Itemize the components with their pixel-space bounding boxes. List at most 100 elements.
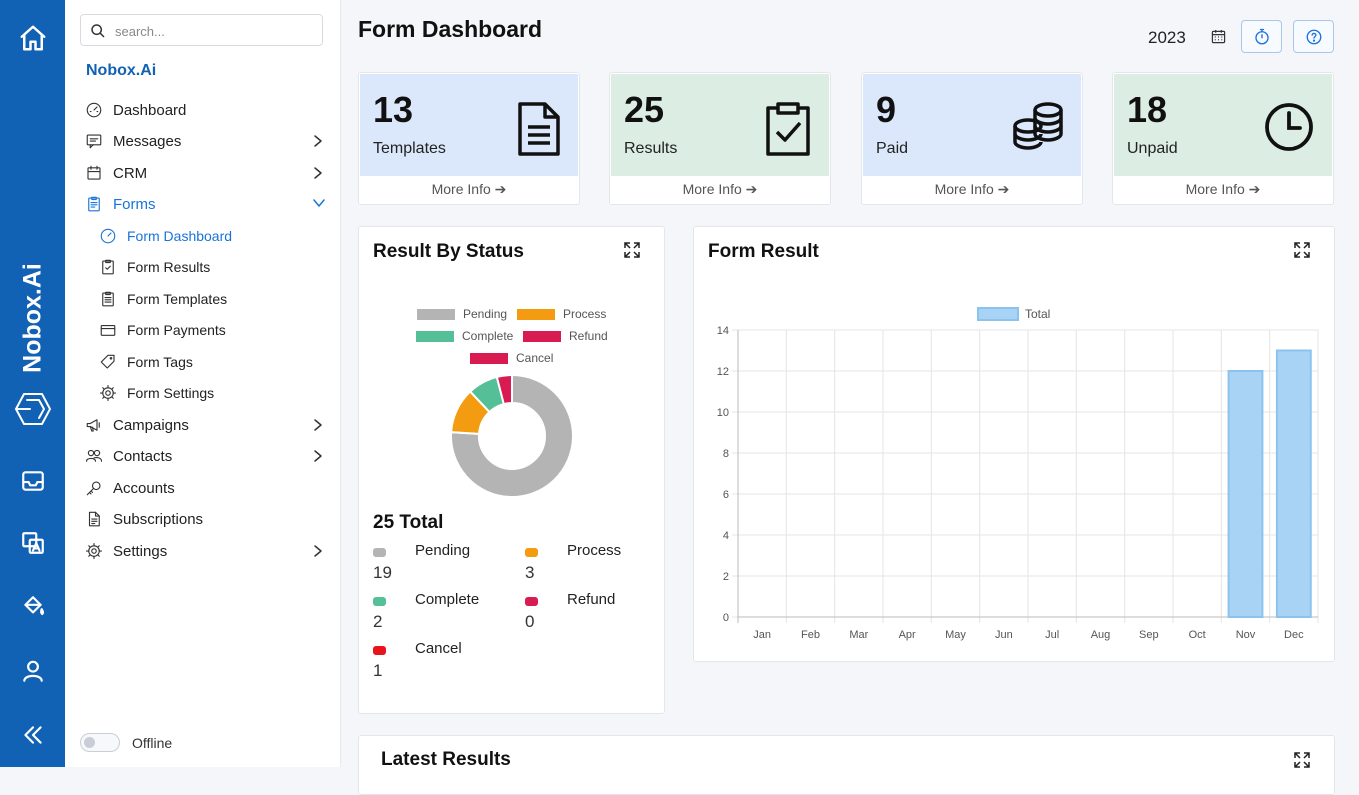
card-label: Unpaid — [1127, 140, 1178, 157]
chevron-right-icon — [314, 419, 322, 431]
stat-card-unpaid: 18 Unpaid More Info ➔ — [1112, 72, 1334, 205]
calendar-icon[interactable] — [1211, 29, 1226, 44]
offline-label: Offline — [132, 735, 173, 751]
panel-title: Result By Status — [373, 241, 524, 262]
more-info-label: More Info — [682, 181, 742, 197]
latest-results-panel: Latest Results — [358, 735, 1335, 795]
sidebar-item-messages[interactable]: Messages — [65, 127, 340, 155]
status-label: Cancel — [415, 640, 462, 657]
translate-icon[interactable] — [0, 528, 65, 558]
clipboard-list-icon — [102, 291, 114, 307]
legend-swatch — [470, 352, 508, 364]
gear-icon — [85, 542, 103, 560]
status-value: 19 — [373, 563, 392, 582]
y-tick-label: 12 — [717, 366, 729, 378]
legend-label: Cancel — [516, 351, 554, 365]
bar-nov[interactable] — [1227, 370, 1264, 618]
expand-icon[interactable] — [1293, 751, 1311, 769]
page-title: Form Dashboard — [358, 16, 543, 42]
panel-title: Form Result — [708, 241, 819, 262]
sidebar-item-accounts[interactable]: Accounts — [65, 474, 340, 502]
credit-card-icon — [100, 324, 116, 336]
sidebar-item-contacts[interactable]: Contacts — [65, 442, 340, 470]
document-icon — [518, 102, 560, 156]
more-info-link[interactable]: More Info ➔ — [862, 181, 1082, 198]
sidebar-item-subscriptions[interactable]: Subscriptions — [65, 505, 340, 533]
panel-title: Latest Results — [381, 749, 511, 770]
sidebar-item-form-results[interactable]: Form Results — [65, 253, 340, 281]
search-input[interactable] — [113, 20, 317, 42]
gauge-icon — [86, 102, 102, 118]
legend-item[interactable]: Pending — [417, 307, 507, 321]
chevron-right-icon — [314, 135, 322, 147]
sidebar-item-label: Form Payments — [127, 322, 226, 338]
search-box[interactable] — [80, 14, 323, 46]
legend-label: Process — [563, 307, 607, 321]
status-swatch — [373, 548, 386, 557]
form-result-panel: Form Result Total 0 2 4 6 8 10 12 14 Jan Feb Mar Apr… — [693, 226, 1335, 662]
sidebar-item-campaigns[interactable]: Campaigns — [65, 411, 340, 439]
paint-bucket-icon[interactable] — [0, 592, 65, 622]
rail-brand: Nobox.Ai — [18, 262, 47, 373]
legend-swatch[interactable] — [977, 307, 1019, 321]
sidebar-item-settings[interactable]: Settings — [65, 537, 340, 565]
sidebar-item-label: CRM — [113, 164, 148, 182]
more-info-link[interactable]: More Info ➔ — [1113, 181, 1333, 198]
clipboard-check-icon — [766, 102, 810, 156]
chevron-right-icon — [314, 545, 322, 557]
legend-label: Total — [1025, 307, 1050, 321]
sidebar-item-crm[interactable]: CRM — [65, 159, 340, 187]
sidebar-item-form-dashboard[interactable]: Form Dashboard — [65, 222, 340, 250]
sidebar-item-forms[interactable]: Forms — [65, 190, 340, 218]
status-swatch — [373, 646, 386, 655]
year-selector[interactable]: 2023 — [1148, 28, 1186, 48]
sidebar-item-form-tags[interactable]: Form Tags — [65, 348, 340, 376]
expand-icon[interactable] — [1293, 241, 1311, 259]
sidebar-item-dashboard[interactable]: Dashboard — [65, 96, 340, 124]
expand-icon[interactable] — [623, 241, 641, 259]
card-label: Paid — [876, 140, 909, 157]
more-info-label: More Info — [431, 181, 491, 197]
sidebar-item-form-payments[interactable]: Form Payments — [65, 316, 340, 344]
legend-label: Refund — [569, 329, 608, 343]
x-tick-label: Mar — [849, 629, 868, 641]
arrow-circle-icon: ➔ — [1248, 181, 1261, 197]
y-tick-label: 4 — [723, 530, 729, 542]
app-rail: Nobox.Ai — [0, 0, 65, 767]
timer-button[interactable] — [1241, 20, 1282, 53]
home-icon[interactable] — [0, 22, 65, 54]
inbox-icon[interactable] — [0, 466, 65, 496]
help-button[interactable] — [1293, 20, 1334, 53]
y-tick-label: 8 — [723, 448, 729, 460]
stat-card-paid: 9 Paid More Info ➔ — [861, 72, 1083, 205]
sidebar-item-form-templates[interactable]: Form Templates — [65, 285, 340, 313]
sidebar-item-form-settings[interactable]: Form Settings — [65, 379, 340, 407]
x-tick-label: Jan — [753, 629, 771, 641]
x-tick-label: Nov — [1236, 629, 1256, 641]
more-info-link[interactable]: More Info ➔ — [610, 181, 830, 198]
more-info-link[interactable]: More Info ➔ — [359, 181, 579, 198]
stat-card-templates: 13 Templates More Info ➔ — [358, 72, 580, 205]
card-label: Templates — [373, 140, 446, 157]
status-swatch — [373, 597, 386, 606]
legend-item[interactable]: Cancel — [470, 351, 553, 365]
bar-dec[interactable] — [1275, 349, 1312, 618]
offline-toggle[interactable] — [80, 733, 120, 752]
form-result-bar-chart: Total 0 2 4 6 8 10 12 14 Jan Feb Mar Apr May Jun Jul Aug… — [717, 307, 1319, 641]
sidebar-item-label: Settings — [113, 542, 168, 560]
legend-item[interactable]: Complete — [416, 329, 513, 343]
sidebar-item-label: Form Results — [127, 259, 211, 275]
y-tick-label: 6 — [723, 489, 729, 501]
user-icon[interactable] — [0, 656, 65, 686]
legend-item[interactable]: Process — [517, 307, 606, 321]
collapse-icon[interactable] — [0, 720, 65, 750]
x-tick-label: Feb — [801, 629, 820, 641]
y-tick-label: 10 — [717, 407, 729, 419]
status-doughnut-chart — [450, 373, 574, 498]
x-tick-label: Jun — [995, 629, 1013, 641]
status-swatch — [525, 548, 538, 557]
arrow-circle-icon: ➔ — [745, 181, 758, 197]
sidebar-item-label: Dashboard — [113, 101, 187, 119]
legend-item[interactable]: Refund — [523, 329, 608, 343]
sidebar-item-label: Accounts — [113, 479, 175, 497]
